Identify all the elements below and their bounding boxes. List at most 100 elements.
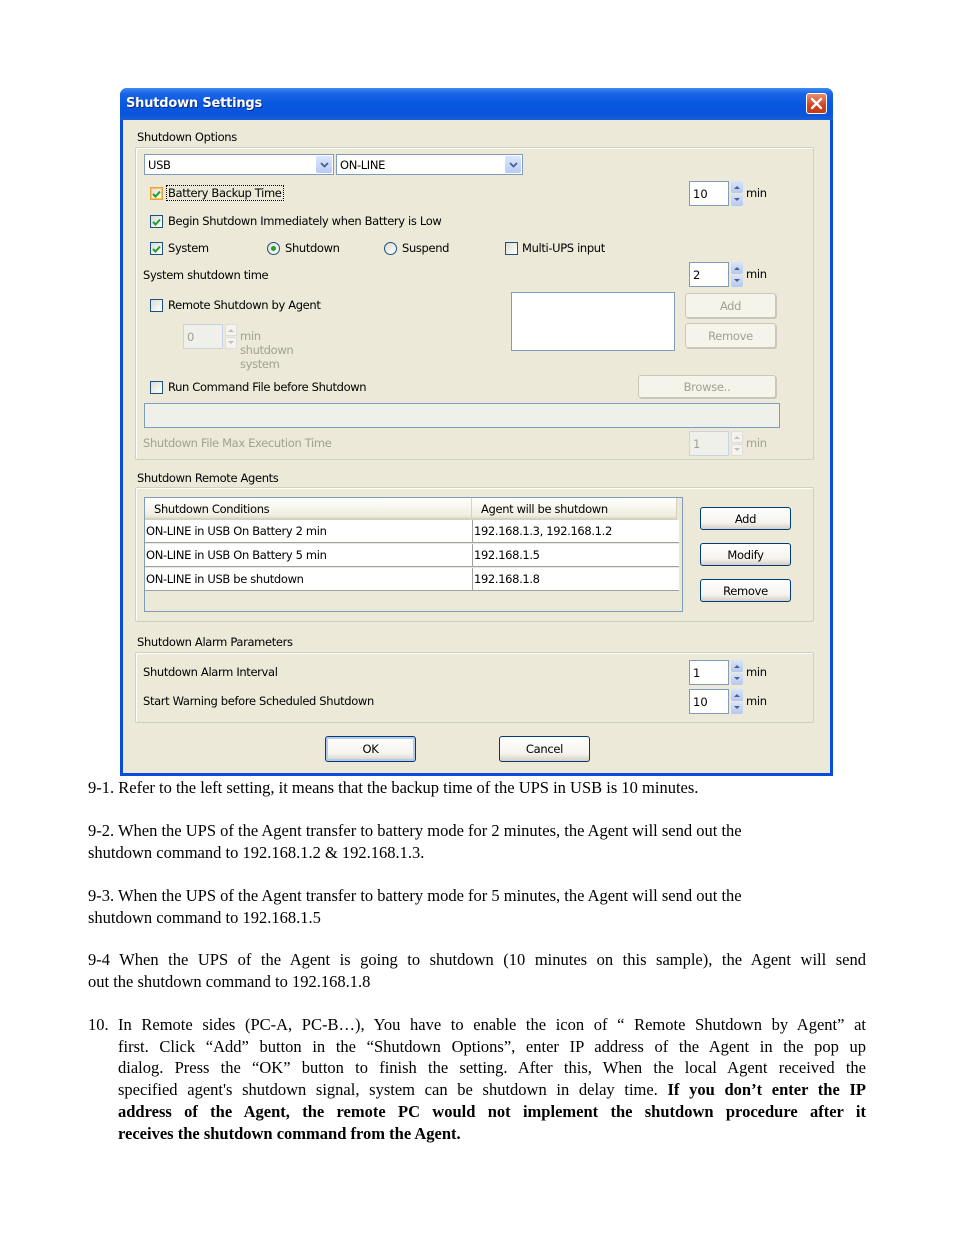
warning-before-shutdown-label: Start Warning before Scheduled Shutdown xyxy=(143,694,374,708)
cancel-button[interactable]: Cancel xyxy=(499,736,590,762)
remote-shutdown-by-agent-checkbox[interactable] xyxy=(150,299,163,312)
arrow-down-icon xyxy=(734,448,740,451)
chevron-down-icon xyxy=(508,161,518,168)
agent-add-button[interactable]: Add xyxy=(685,293,776,318)
remote-delay-value[interactable]: 0 xyxy=(187,330,194,344)
arrow-down-icon xyxy=(734,279,740,282)
unit-label: min xyxy=(746,436,767,450)
spin-down-button[interactable] xyxy=(731,194,743,206)
close-icon xyxy=(810,97,823,110)
alarm-interval-value[interactable]: 1 xyxy=(693,666,700,680)
table-cell-condition: ON-LINE in USB On Battery 5 min xyxy=(145,544,473,566)
alarm-interval-label: Shutdown Alarm Interval xyxy=(143,665,278,679)
arrow-up-icon xyxy=(734,186,740,189)
spin-up-button[interactable] xyxy=(731,262,743,274)
arrow-down-icon xyxy=(228,341,234,344)
run-command-file-label[interactable]: Run Command File before Shutdown xyxy=(168,380,367,394)
run-command-file-checkbox[interactable] xyxy=(150,381,163,394)
list-number: 10. xyxy=(88,1015,109,1034)
system-label[interactable]: System xyxy=(168,241,209,255)
paragraph-10: 10. In Remote sides (PC-A, PC-B…), You h… xyxy=(88,1015,866,1143)
ups-select-dropdown[interactable] xyxy=(505,156,521,173)
table-cell-condition: ON-LINE in USB On Battery 2 min xyxy=(145,520,473,542)
spin-up-button[interactable] xyxy=(731,181,743,193)
battery-backup-time-label[interactable]: Battery Backup Time xyxy=(166,185,284,201)
table-cell-agent: 192.168.1.3, 192.168.1.2 xyxy=(474,524,612,538)
suspend-radio[interactable] xyxy=(384,242,397,255)
ups-select-value: ON-LINE xyxy=(340,158,386,172)
ups-select[interactable]: ON-LINE xyxy=(336,154,523,175)
column-header-conditions[interactable]: Shutdown Conditions xyxy=(145,498,472,520)
arrow-down-icon xyxy=(734,677,740,680)
browse-button[interactable]: Browse.. xyxy=(638,375,776,398)
shutdown-radio-label[interactable]: Shutdown xyxy=(285,241,340,255)
spin-down-button[interactable] xyxy=(731,444,743,456)
spin-down-button[interactable] xyxy=(731,275,743,287)
title-bar[interactable]: Shutdown Settings xyxy=(120,88,833,120)
battery-backup-time-checkbox[interactable] xyxy=(150,187,163,200)
spin-down-button[interactable] xyxy=(731,673,743,685)
radio-selected-dot xyxy=(271,246,276,251)
column-header-label: Shutdown Conditions xyxy=(154,502,270,516)
arrow-down-icon xyxy=(734,198,740,201)
checkmark-icon xyxy=(152,218,161,226)
table-row[interactable]: ON-LINE in USB On Battery 2 min 192.168.… xyxy=(145,520,679,543)
system-checkbox[interactable] xyxy=(150,242,163,255)
paragraph-9-1: 9-1. Refer to the left setting, it means… xyxy=(88,778,699,797)
spin-down-button[interactable] xyxy=(731,702,743,714)
arrow-up-icon xyxy=(734,665,740,668)
system-shutdown-time-value[interactable]: 2 xyxy=(693,268,700,282)
multi-ups-input-checkbox[interactable] xyxy=(505,242,518,255)
paragraph-9-2: 9-2. When the UPS of the Agent transfer … xyxy=(88,821,742,862)
close-button[interactable] xyxy=(806,93,827,114)
port-select[interactable]: USB xyxy=(144,154,334,175)
table-row[interactable]: ON-LINE in USB be shutdown 192.168.1.8 xyxy=(145,568,679,591)
paragraph-9-4: 9-4 When the UPS of the Agent is going t… xyxy=(88,950,866,991)
ok-button[interactable]: OK xyxy=(325,736,416,762)
remote-delay-label: min shutdown system xyxy=(240,329,294,371)
remote-agents-label: Shutdown Remote Agents xyxy=(137,471,279,485)
table-cell-agent: 192.168.1.8 xyxy=(474,572,540,586)
unit-label: min xyxy=(746,267,767,281)
spin-down-button[interactable] xyxy=(225,337,237,349)
begin-shutdown-low-battery-checkbox[interactable] xyxy=(150,215,163,228)
remote-remove-button[interactable]: Remove xyxy=(700,579,791,602)
arrow-down-icon xyxy=(734,706,740,709)
remote-agents-table: Shutdown Conditions Agent will be shutdo… xyxy=(144,497,683,612)
warning-before-shutdown-value[interactable]: 10 xyxy=(693,695,708,709)
port-select-dropdown[interactable] xyxy=(316,156,332,173)
begin-shutdown-low-battery-label[interactable]: Begin Shutdown Immediately when Battery … xyxy=(168,214,442,228)
agent-ip-listbox[interactable] xyxy=(511,292,675,351)
spin-up-button[interactable] xyxy=(225,324,237,336)
checkmark-icon xyxy=(152,245,161,253)
dialog-title: Shutdown Settings xyxy=(126,96,263,111)
remote-modify-button[interactable]: Modify xyxy=(700,543,791,566)
agent-remove-button[interactable]: Remove xyxy=(685,323,776,348)
port-select-value: USB xyxy=(148,158,171,172)
spin-up-button[interactable] xyxy=(731,431,743,443)
column-header-agent[interactable]: Agent will be shutdown xyxy=(472,498,677,520)
table-cell-agent: 192.168.1.5 xyxy=(474,548,540,562)
spin-up-button[interactable] xyxy=(731,660,743,672)
unit-label: min xyxy=(746,665,767,679)
system-shutdown-time-label: System shutdown time xyxy=(143,268,269,282)
table-row[interactable]: ON-LINE in USB On Battery 5 min 192.168.… xyxy=(145,544,679,567)
unit-label: min xyxy=(746,694,767,708)
alarm-parameters-label: Shutdown Alarm Parameters xyxy=(137,635,293,649)
arrow-up-icon xyxy=(734,694,740,697)
shutdown-options-label: Shutdown Options xyxy=(137,130,237,144)
multi-ups-input-label[interactable]: Multi-UPS input xyxy=(522,241,605,255)
paragraph-9-3: 9-3. When the UPS of the Agent transfer … xyxy=(88,886,742,927)
spin-up-button[interactable] xyxy=(731,689,743,701)
chevron-down-icon xyxy=(319,161,329,168)
max-execution-time-label: Shutdown File Max Execution Time xyxy=(143,436,332,450)
battery-backup-time-value[interactable]: 10 xyxy=(693,187,708,201)
shutdown-radio[interactable] xyxy=(267,242,280,255)
remote-shutdown-by-agent-label[interactable]: Remote Shutdown by Agent xyxy=(168,298,321,312)
suspend-radio-label[interactable]: Suspend xyxy=(402,241,449,255)
max-execution-time-value[interactable]: 1 xyxy=(693,437,700,451)
remote-add-button[interactable]: Add xyxy=(700,507,791,530)
command-file-path-input[interactable] xyxy=(144,403,780,428)
arrow-up-icon xyxy=(734,436,740,439)
table-cell-condition: ON-LINE in USB be shutdown xyxy=(145,568,473,590)
